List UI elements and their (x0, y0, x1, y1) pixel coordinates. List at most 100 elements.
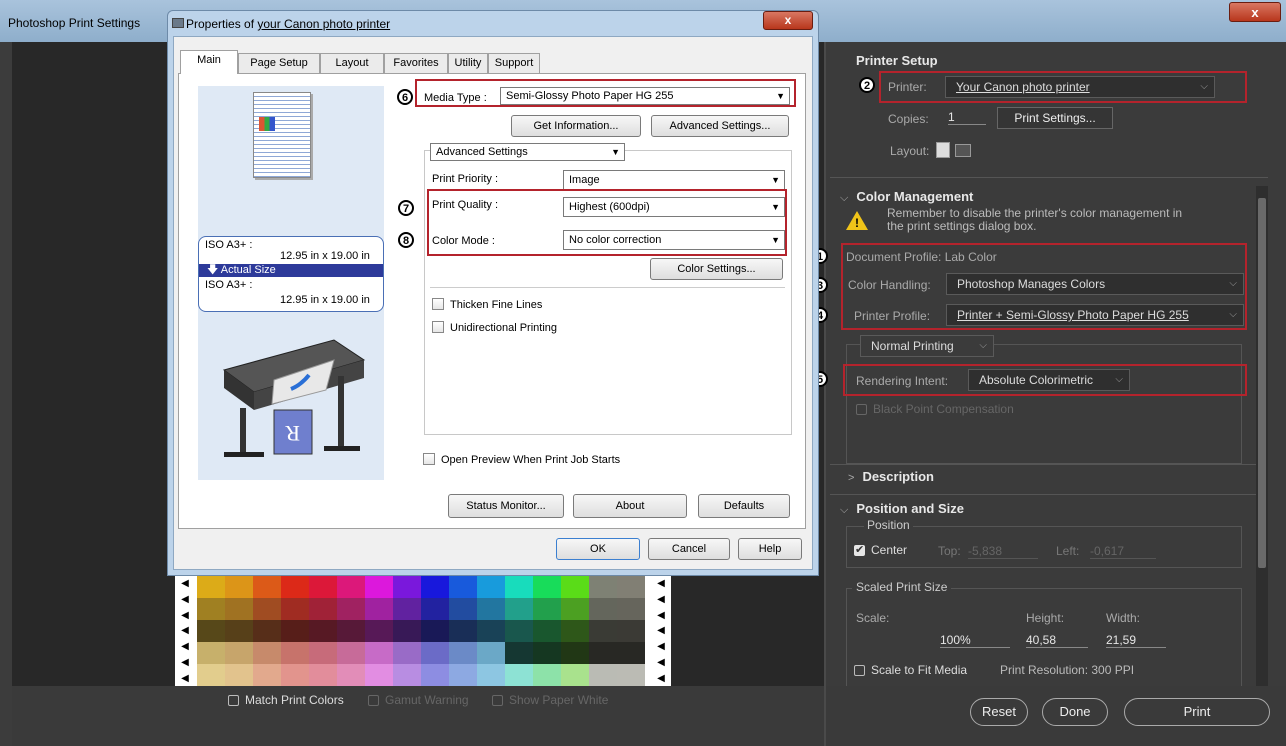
print-button[interactable]: Print (1124, 698, 1270, 726)
photoshop-window-title: Photoshop Print Settings (8, 16, 141, 30)
chevron-down-icon: ⌵ (840, 192, 849, 204)
color-management-heading[interactable]: ⌵ Color Management (840, 189, 973, 205)
position-size-heading[interactable]: ⌵ Position and Size (840, 501, 964, 517)
scale-to-fit-option[interactable]: Scale to Fit Media (854, 663, 967, 677)
done-button[interactable]: Done (1042, 698, 1108, 726)
defaults-button[interactable]: Defaults (698, 494, 790, 518)
color-patch (281, 576, 309, 598)
unidirectional-printing-checkbox[interactable] (432, 321, 444, 333)
photoshop-close-button[interactable]: x (1229, 2, 1281, 22)
printer-profile-select[interactable]: Printer + Semi-Glossy Photo Paper HG 255… (946, 304, 1244, 326)
color-handling-label: Color Handling: (848, 278, 931, 292)
scale-input[interactable]: 100% (940, 633, 1010, 648)
show-paper-white-option[interactable]: Show Paper White (492, 693, 608, 707)
tab-support[interactable]: Support (488, 53, 540, 73)
top-label: Top: (938, 544, 961, 558)
unidirectional-printing-option[interactable]: Unidirectional Printing (432, 321, 557, 334)
status-monitor-button[interactable]: Status Monitor... (448, 494, 564, 518)
color-patch (533, 642, 561, 664)
center-checkbox[interactable] (854, 543, 865, 556)
tab-layout[interactable]: Layout (320, 53, 384, 73)
ok-button[interactable]: OK (556, 538, 640, 560)
color-patch (421, 598, 449, 620)
black-point-option[interactable]: Black Point Compensation (856, 402, 1014, 416)
print-quality-select[interactable]: Highest (600dpi) ▼ (563, 197, 785, 217)
print-priority-label: Print Priority : (432, 173, 499, 185)
top-input[interactable]: -5,838 (968, 544, 1038, 559)
description-heading[interactable]: > Description (848, 469, 934, 484)
height-label: Height: (1026, 611, 1065, 625)
about-button[interactable]: About (573, 494, 687, 518)
gamut-warning-checkbox[interactable] (368, 695, 379, 706)
callout-6: 6 (397, 89, 413, 105)
tab-main[interactable]: Main (180, 50, 238, 74)
advanced-settings-button[interactable]: Advanced Settings... (651, 115, 789, 137)
color-patch (337, 620, 365, 642)
color-patch (393, 576, 421, 598)
svg-text:R: R (285, 421, 300, 446)
open-preview-checkbox[interactable] (423, 453, 435, 465)
cancel-button[interactable]: Cancel (648, 538, 730, 560)
color-patch (365, 664, 393, 686)
black-point-checkbox[interactable] (856, 404, 867, 415)
tab-favorites[interactable]: Favorites (384, 53, 448, 73)
get-information-button[interactable]: Get Information... (511, 115, 641, 137)
color-patch (365, 598, 393, 620)
color-patch (449, 642, 477, 664)
scale-to-fit-checkbox[interactable] (854, 665, 865, 676)
thicken-fine-lines-option[interactable]: Thicken Fine Lines (432, 298, 542, 311)
height-input[interactable]: 40,58 (1026, 633, 1088, 648)
color-patch (589, 664, 617, 686)
open-preview-option[interactable]: Open Preview When Print Job Starts (423, 453, 620, 466)
color-patch-grid (197, 576, 645, 686)
width-label: Width: (1106, 611, 1141, 625)
color-patch (561, 664, 589, 686)
color-patch (421, 620, 449, 642)
copies-input[interactable]: 1 (948, 110, 986, 125)
print-settings-button[interactable]: Print Settings... (997, 107, 1113, 129)
color-patch (561, 642, 589, 664)
landscape-layout-icon[interactable] (955, 144, 971, 157)
gamut-warning-option[interactable]: Gamut Warning (368, 693, 469, 707)
portrait-layout-icon[interactable] (936, 142, 950, 158)
chevron-down-icon: ⌵ (979, 340, 987, 351)
media-type-label: Media Type : (424, 92, 487, 104)
color-patch (617, 620, 645, 642)
color-handling-select[interactable]: Photoshop Manages Colors ⌵ (946, 273, 1244, 295)
paper-size-2-dims: 12.95 in x 19.00 in (280, 294, 370, 306)
color-settings-button[interactable]: Color Settings... (650, 258, 783, 280)
color-mode-select[interactable]: No color correction ▼ (563, 230, 785, 250)
match-print-colors-option[interactable]: Match Print Colors (228, 693, 344, 707)
normal-printing-select[interactable]: Normal Printing ⌵ (860, 335, 994, 357)
media-type-select[interactable]: Semi-Glossy Photo Paper HG 255 ▼ (500, 87, 790, 105)
advanced-settings-dropdown[interactable]: Advanced Settings ▼ (430, 143, 625, 161)
chevron-right-icon: > (848, 472, 855, 484)
rendering-intent-select[interactable]: Absolute Colorimetric ⌵ (968, 369, 1130, 391)
dialog-close-button[interactable]: x (763, 11, 813, 30)
color-patch (589, 642, 617, 664)
center-option[interactable]: Center (854, 543, 907, 557)
color-patch (505, 576, 533, 598)
thicken-fine-lines-checkbox[interactable] (432, 298, 444, 310)
color-patch (365, 576, 393, 598)
color-patch (225, 620, 253, 642)
chevron-down-icon: ▼ (771, 202, 780, 212)
color-patch (477, 664, 505, 686)
color-patch (589, 620, 617, 642)
width-input[interactable]: 21,59 (1106, 633, 1166, 648)
match-print-colors-checkbox[interactable] (228, 695, 239, 706)
tab-page-setup[interactable]: Page Setup (238, 53, 320, 73)
scrollbar-thumb[interactable] (1258, 198, 1266, 568)
tab-utility[interactable]: Utility (448, 53, 488, 73)
print-priority-select[interactable]: Image ▼ (563, 170, 785, 190)
color-patch (309, 576, 337, 598)
reset-button[interactable]: Reset (970, 698, 1028, 726)
color-patch (253, 664, 281, 686)
color-patch (505, 642, 533, 664)
help-button[interactable]: Help (738, 538, 802, 560)
scale-label: Scale: (856, 611, 890, 625)
image-icon (259, 117, 275, 131)
left-input[interactable]: -0,617 (1090, 544, 1156, 559)
color-patch (533, 664, 561, 686)
show-paper-white-checkbox[interactable] (492, 695, 503, 706)
